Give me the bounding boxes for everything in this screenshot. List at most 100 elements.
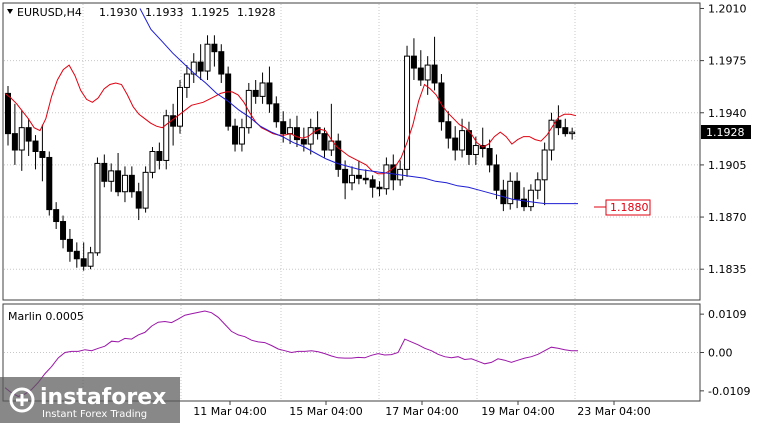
indicator-tick-label: 0.00 — [708, 347, 733, 360]
bear-candle-body — [493, 164, 500, 191]
open-value: 1.1930 — [99, 6, 138, 19]
bull-candle-body — [383, 164, 390, 190]
bear-candle-body — [410, 55, 417, 69]
bear-candle-body — [362, 177, 369, 181]
bull-candle-body — [177, 86, 183, 127]
bull-candle-body — [190, 61, 197, 75]
moving-average-lines — [4, 8, 578, 205]
dropdown-triangle-icon[interactable] — [7, 9, 13, 14]
bear-candle-body — [452, 137, 459, 151]
bear-candle-body — [417, 67, 424, 81]
bull-candle-body — [287, 127, 294, 135]
bear-candle-body — [39, 151, 46, 158]
bear-candle-body — [46, 156, 53, 211]
bear-candle-body — [431, 64, 438, 84]
bull-candle-body — [259, 82, 266, 97]
bull-candle-body — [183, 73, 190, 88]
bear-candle-body — [232, 125, 239, 145]
bear-candle-body — [156, 151, 163, 161]
bear-candle-body — [11, 133, 18, 151]
chart-canvas: 1.2010 1.1975 1.1940 1.1905 1.1870 1.1835 0.0… — [0, 2, 751, 423]
bear-candle-body — [115, 170, 122, 193]
time-tick-label: 17 Mar 04:00 — [385, 405, 458, 418]
bear-candle-body — [280, 121, 287, 135]
price-tick-label: 1.1940 — [708, 107, 747, 120]
bull-candle-body — [108, 170, 115, 182]
bull-candle-body — [18, 127, 25, 151]
high-value: 1.1933 — [145, 6, 184, 19]
bear-candle-body — [197, 61, 204, 72]
level-text: 1.1880 — [610, 201, 649, 214]
bear-candle-body — [101, 162, 108, 182]
bear-candle-body — [369, 179, 376, 188]
bull-candle-body — [534, 179, 541, 191]
bull-candle-body — [87, 252, 94, 267]
bear-candle-body — [66, 238, 73, 252]
bear-candle-body — [135, 191, 142, 209]
bear-candle-body — [555, 119, 562, 129]
bear-candle-body — [486, 148, 493, 166]
bull-candle-body — [404, 55, 411, 170]
bear-candle-body — [252, 89, 259, 97]
bear-candle-body — [335, 140, 342, 170]
price-tick-label: 1.1905 — [708, 159, 747, 172]
bear-candle-body — [211, 43, 218, 53]
bear-candle-body — [300, 139, 307, 145]
bull-candle-body — [204, 43, 211, 72]
bear-candle-body — [445, 121, 452, 139]
bear-candle-body — [562, 127, 569, 135]
bear-candle-body — [293, 127, 300, 141]
time-axis: 11 Mar 04:00 15 Mar 04:00 17 Mar 04:00 19 M… — [193, 401, 651, 418]
indicator-label: Marlin 0.0005 — [8, 310, 84, 323]
bear-candle-body — [342, 168, 349, 184]
bear-candle-body — [321, 133, 328, 151]
bear-candle-body — [465, 130, 472, 155]
price-tick-label: 1.1870 — [708, 211, 747, 224]
bear-candle-body — [355, 174, 362, 179]
price-tick-label: 1.1835 — [708, 263, 747, 276]
bear-candle-body — [73, 250, 80, 260]
bull-candle-body — [149, 151, 156, 173]
indicator-tick-label: -0.0109 — [708, 385, 750, 398]
main-plot-frame — [2, 2, 701, 301]
indicator-tick-label: 0.0109 — [708, 308, 747, 321]
bull-candle-body — [424, 64, 431, 81]
bear-candle-body — [80, 258, 87, 267]
bear-candle-body — [128, 174, 135, 193]
low-value: 1.1925 — [191, 6, 230, 19]
time-tick-label: 15 Mar 04:00 — [289, 405, 362, 418]
price-axis: 1.2010 1.1975 1.1940 1.1905 1.1870 1.1835 — [700, 2, 747, 276]
bull-candle-body — [472, 145, 479, 155]
time-tick-label: 23 Mar 04:00 — [577, 405, 650, 418]
bull-candle-body — [349, 174, 355, 184]
bear-candle-body — [32, 140, 39, 153]
time-tick-label: 19 Mar 04:00 — [481, 405, 554, 418]
close-value: 1.1928 — [237, 6, 276, 19]
bull-candle-body — [527, 189, 534, 208]
bear-candle-body — [266, 82, 273, 105]
watermark-tagline: Instant Forex Trading — [42, 409, 147, 420]
time-tick-label: 11 Mar 04:00 — [193, 405, 266, 418]
watermark: instaforex Instant Forex Trading — [0, 377, 180, 423]
bear-candle-body — [218, 51, 225, 75]
bull-candle-body — [121, 174, 128, 193]
price-tick-label: 1.2010 — [708, 2, 747, 15]
bull-candle-body — [245, 89, 252, 129]
bull-candle-body — [507, 180, 514, 205]
bear-candle-body — [376, 186, 383, 190]
bear-candle-body — [25, 127, 32, 142]
symbol-label: EURUSD,H4 — [17, 6, 82, 19]
indicator-axis: 0.0109 0.00 -0.0109 — [700, 308, 750, 398]
bull-candle-body — [142, 171, 149, 209]
bull-candle-body — [238, 127, 245, 145]
bear-candle-body — [273, 103, 280, 123]
bear-candle-body — [60, 221, 67, 240]
bear-candle-body — [5, 92, 11, 135]
current-price-text: 1.1928 — [706, 126, 745, 139]
watermark-brand: instaforex — [40, 385, 166, 410]
bear-candle-body — [514, 180, 521, 200]
bear-candle-body — [438, 82, 445, 123]
candles-group — [5, 35, 576, 271]
bull-candle-body — [541, 149, 548, 181]
bear-candle-body — [53, 209, 60, 223]
